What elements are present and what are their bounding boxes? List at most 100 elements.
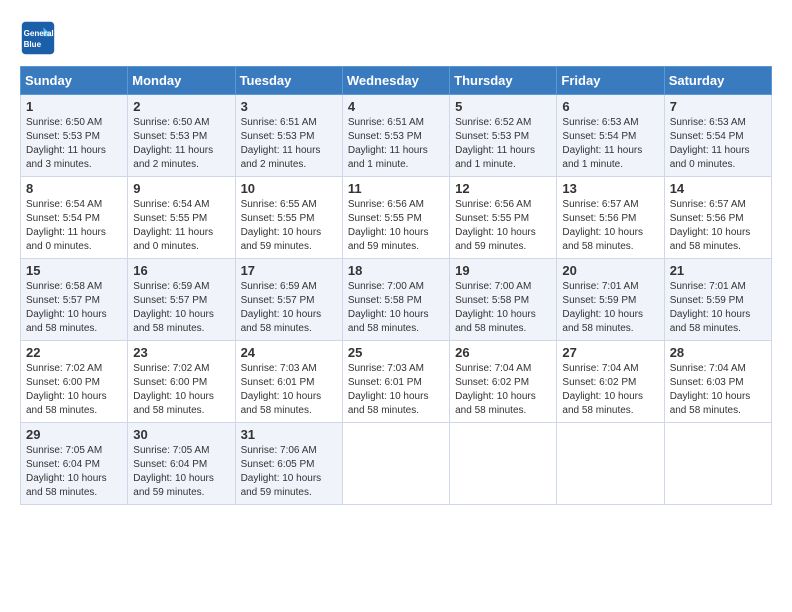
calendar-cell: 9 Sunrise: 6:54 AMSunset: 5:55 PMDayligh… bbox=[128, 177, 235, 259]
day-info: Sunrise: 7:01 AMSunset: 5:59 PMDaylight:… bbox=[670, 281, 751, 334]
svg-text:General: General bbox=[24, 29, 54, 38]
day-info: Sunrise: 6:59 AMSunset: 5:57 PMDaylight:… bbox=[133, 281, 214, 334]
calendar-cell: 27 Sunrise: 7:04 AMSunset: 6:02 PMDaylig… bbox=[557, 341, 664, 423]
header-friday: Friday bbox=[557, 67, 664, 95]
page-header: General Blue bbox=[20, 20, 772, 56]
day-info: Sunrise: 7:02 AMSunset: 6:00 PMDaylight:… bbox=[26, 363, 107, 416]
calendar-body: 1 Sunrise: 6:50 AMSunset: 5:53 PMDayligh… bbox=[21, 95, 772, 505]
calendar-cell: 25 Sunrise: 7:03 AMSunset: 6:01 PMDaylig… bbox=[342, 341, 449, 423]
day-info: Sunrise: 6:54 AMSunset: 5:55 PMDaylight:… bbox=[133, 199, 213, 252]
day-info: Sunrise: 6:56 AMSunset: 5:55 PMDaylight:… bbox=[348, 199, 429, 252]
calendar-cell bbox=[557, 423, 664, 505]
calendar-cell: 5 Sunrise: 6:52 AMSunset: 5:53 PMDayligh… bbox=[450, 95, 557, 177]
calendar-cell: 28 Sunrise: 7:04 AMSunset: 6:03 PMDaylig… bbox=[664, 341, 771, 423]
day-number: 10 bbox=[241, 181, 337, 196]
calendar-cell: 22 Sunrise: 7:02 AMSunset: 6:00 PMDaylig… bbox=[21, 341, 128, 423]
day-info: Sunrise: 7:00 AMSunset: 5:58 PMDaylight:… bbox=[348, 281, 429, 334]
calendar-header: SundayMondayTuesdayWednesdayThursdayFrid… bbox=[21, 67, 772, 95]
calendar-cell: 24 Sunrise: 7:03 AMSunset: 6:01 PMDaylig… bbox=[235, 341, 342, 423]
day-number: 15 bbox=[26, 263, 122, 278]
calendar-cell: 6 Sunrise: 6:53 AMSunset: 5:54 PMDayligh… bbox=[557, 95, 664, 177]
day-number: 7 bbox=[670, 99, 766, 114]
calendar-cell bbox=[664, 423, 771, 505]
day-number: 26 bbox=[455, 345, 551, 360]
day-number: 19 bbox=[455, 263, 551, 278]
logo: General Blue bbox=[20, 20, 56, 56]
day-number: 25 bbox=[348, 345, 444, 360]
calendar-cell: 3 Sunrise: 6:51 AMSunset: 5:53 PMDayligh… bbox=[235, 95, 342, 177]
calendar-cell: 15 Sunrise: 6:58 AMSunset: 5:57 PMDaylig… bbox=[21, 259, 128, 341]
day-number: 1 bbox=[26, 99, 122, 114]
day-info: Sunrise: 7:03 AMSunset: 6:01 PMDaylight:… bbox=[241, 363, 322, 416]
calendar-cell: 17 Sunrise: 6:59 AMSunset: 5:57 PMDaylig… bbox=[235, 259, 342, 341]
day-number: 4 bbox=[348, 99, 444, 114]
calendar-cell: 2 Sunrise: 6:50 AMSunset: 5:53 PMDayligh… bbox=[128, 95, 235, 177]
calendar-cell: 23 Sunrise: 7:02 AMSunset: 6:00 PMDaylig… bbox=[128, 341, 235, 423]
day-info: Sunrise: 6:51 AMSunset: 5:53 PMDaylight:… bbox=[241, 117, 321, 170]
calendar-cell: 20 Sunrise: 7:01 AMSunset: 5:59 PMDaylig… bbox=[557, 259, 664, 341]
week-row-3: 15 Sunrise: 6:58 AMSunset: 5:57 PMDaylig… bbox=[21, 259, 772, 341]
day-info: Sunrise: 7:05 AMSunset: 6:04 PMDaylight:… bbox=[133, 445, 214, 498]
general-blue-logo-icon: General Blue bbox=[20, 20, 56, 56]
calendar-cell: 18 Sunrise: 7:00 AMSunset: 5:58 PMDaylig… bbox=[342, 259, 449, 341]
day-info: Sunrise: 7:04 AMSunset: 6:02 PMDaylight:… bbox=[562, 363, 643, 416]
day-info: Sunrise: 6:52 AMSunset: 5:53 PMDaylight:… bbox=[455, 117, 535, 170]
calendar-cell: 8 Sunrise: 6:54 AMSunset: 5:54 PMDayligh… bbox=[21, 177, 128, 259]
calendar-cell: 13 Sunrise: 6:57 AMSunset: 5:56 PMDaylig… bbox=[557, 177, 664, 259]
day-number: 21 bbox=[670, 263, 766, 278]
day-number: 20 bbox=[562, 263, 658, 278]
day-number: 16 bbox=[133, 263, 229, 278]
day-info: Sunrise: 7:06 AMSunset: 6:05 PMDaylight:… bbox=[241, 445, 322, 498]
day-info: Sunrise: 6:50 AMSunset: 5:53 PMDaylight:… bbox=[26, 117, 106, 170]
calendar-cell bbox=[450, 423, 557, 505]
header-sunday: Sunday bbox=[21, 67, 128, 95]
day-info: Sunrise: 7:00 AMSunset: 5:58 PMDaylight:… bbox=[455, 281, 536, 334]
day-info: Sunrise: 6:50 AMSunset: 5:53 PMDaylight:… bbox=[133, 117, 213, 170]
week-row-4: 22 Sunrise: 7:02 AMSunset: 6:00 PMDaylig… bbox=[21, 341, 772, 423]
day-info: Sunrise: 7:03 AMSunset: 6:01 PMDaylight:… bbox=[348, 363, 429, 416]
day-info: Sunrise: 6:58 AMSunset: 5:57 PMDaylight:… bbox=[26, 281, 107, 334]
day-number: 30 bbox=[133, 427, 229, 442]
day-number: 3 bbox=[241, 99, 337, 114]
day-info: Sunrise: 7:04 AMSunset: 6:03 PMDaylight:… bbox=[670, 363, 751, 416]
calendar-table: SundayMondayTuesdayWednesdayThursdayFrid… bbox=[20, 66, 772, 505]
day-number: 24 bbox=[241, 345, 337, 360]
day-number: 17 bbox=[241, 263, 337, 278]
calendar-cell: 14 Sunrise: 6:57 AMSunset: 5:56 PMDaylig… bbox=[664, 177, 771, 259]
day-number: 23 bbox=[133, 345, 229, 360]
header-saturday: Saturday bbox=[664, 67, 771, 95]
calendar-cell: 11 Sunrise: 6:56 AMSunset: 5:55 PMDaylig… bbox=[342, 177, 449, 259]
day-number: 13 bbox=[562, 181, 658, 196]
calendar-cell bbox=[342, 423, 449, 505]
day-number: 8 bbox=[26, 181, 122, 196]
day-info: Sunrise: 6:59 AMSunset: 5:57 PMDaylight:… bbox=[241, 281, 322, 334]
day-info: Sunrise: 7:01 AMSunset: 5:59 PMDaylight:… bbox=[562, 281, 643, 334]
day-info: Sunrise: 6:57 AMSunset: 5:56 PMDaylight:… bbox=[670, 199, 751, 252]
svg-text:Blue: Blue bbox=[24, 40, 42, 49]
day-number: 5 bbox=[455, 99, 551, 114]
week-row-1: 1 Sunrise: 6:50 AMSunset: 5:53 PMDayligh… bbox=[21, 95, 772, 177]
week-row-2: 8 Sunrise: 6:54 AMSunset: 5:54 PMDayligh… bbox=[21, 177, 772, 259]
calendar-cell: 16 Sunrise: 6:59 AMSunset: 5:57 PMDaylig… bbox=[128, 259, 235, 341]
calendar-cell: 30 Sunrise: 7:05 AMSunset: 6:04 PMDaylig… bbox=[128, 423, 235, 505]
day-number: 9 bbox=[133, 181, 229, 196]
day-number: 28 bbox=[670, 345, 766, 360]
calendar-cell: 12 Sunrise: 6:56 AMSunset: 5:55 PMDaylig… bbox=[450, 177, 557, 259]
header-tuesday: Tuesday bbox=[235, 67, 342, 95]
day-info: Sunrise: 6:57 AMSunset: 5:56 PMDaylight:… bbox=[562, 199, 643, 252]
header-thursday: Thursday bbox=[450, 67, 557, 95]
day-info: Sunrise: 6:55 AMSunset: 5:55 PMDaylight:… bbox=[241, 199, 322, 252]
calendar-cell: 7 Sunrise: 6:53 AMSunset: 5:54 PMDayligh… bbox=[664, 95, 771, 177]
header-wednesday: Wednesday bbox=[342, 67, 449, 95]
week-row-5: 29 Sunrise: 7:05 AMSunset: 6:04 PMDaylig… bbox=[21, 423, 772, 505]
day-info: Sunrise: 7:04 AMSunset: 6:02 PMDaylight:… bbox=[455, 363, 536, 416]
day-number: 18 bbox=[348, 263, 444, 278]
calendar-cell: 26 Sunrise: 7:04 AMSunset: 6:02 PMDaylig… bbox=[450, 341, 557, 423]
day-info: Sunrise: 6:53 AMSunset: 5:54 PMDaylight:… bbox=[670, 117, 750, 170]
calendar-cell: 10 Sunrise: 6:55 AMSunset: 5:55 PMDaylig… bbox=[235, 177, 342, 259]
calendar-cell: 21 Sunrise: 7:01 AMSunset: 5:59 PMDaylig… bbox=[664, 259, 771, 341]
day-number: 29 bbox=[26, 427, 122, 442]
calendar-cell: 31 Sunrise: 7:06 AMSunset: 6:05 PMDaylig… bbox=[235, 423, 342, 505]
calendar-cell: 1 Sunrise: 6:50 AMSunset: 5:53 PMDayligh… bbox=[21, 95, 128, 177]
calendar-cell: 4 Sunrise: 6:51 AMSunset: 5:53 PMDayligh… bbox=[342, 95, 449, 177]
